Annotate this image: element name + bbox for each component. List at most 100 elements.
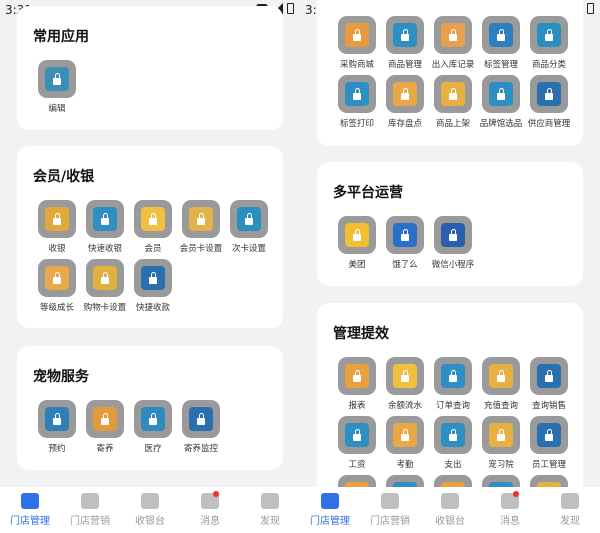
marketing-icon [81, 493, 99, 509]
app-grid: 编辑 [33, 60, 273, 117]
tab-marketing[interactable]: 门店营销 [60, 487, 120, 533]
app-item[interactable]: 查询销售 [525, 357, 573, 414]
section-member-cashier: 会员/收银 收银 快速收银 会员 会员卡设置 次卡设置 等级成长 购物卡设置 快捷收款 [17, 146, 283, 328]
app-icon [434, 416, 472, 454]
app-icon [338, 16, 376, 54]
app-icon [386, 75, 424, 113]
app-item[interactable]: 等级成长 [33, 259, 81, 316]
app-label: 商品分类 [531, 60, 566, 70]
tab-marketing[interactable]: 门店营销 [360, 487, 420, 533]
tab-label: 消息 [500, 516, 520, 527]
right-screen: 3:31 采购商城商品管理出入库记录标签管理商品分类标签打印库存盘点商品上架品牌… [300, 0, 600, 533]
app-item[interactable]: 编辑 [33, 60, 81, 117]
app-item[interactable]: 购物卡设置 [81, 259, 129, 316]
app-icon [338, 416, 376, 454]
app-item[interactable]: 采购商城 [333, 16, 381, 73]
notification-badge [513, 491, 519, 497]
lock-icon [141, 266, 165, 290]
app-item[interactable]: 快速收银 [81, 200, 129, 257]
lock-icon [45, 207, 69, 231]
app-item[interactable]: 美团 [333, 216, 381, 273]
app-item[interactable]: 快捷收款 [129, 259, 177, 316]
app-item[interactable]: 工资 [333, 416, 381, 473]
app-item[interactable]: 商品管理 [381, 16, 429, 73]
app-item[interactable]: 会员 [129, 200, 177, 257]
app-item[interactable]: 订单查询 [429, 357, 477, 414]
app-item[interactable]: 预约 [33, 400, 81, 457]
app-item[interactable]: 收银 [33, 200, 81, 257]
app-label: 编辑 [48, 104, 66, 114]
app-item[interactable]: 报表 [333, 357, 381, 414]
tab-cashier[interactable]: 收银台 [420, 487, 480, 533]
marketing-icon [381, 493, 399, 509]
app-label: 次卡设置 [231, 244, 266, 254]
app-item[interactable]: 寄养 [81, 400, 129, 457]
app-icon [38, 60, 76, 98]
app-item[interactable]: 考勤 [381, 416, 429, 473]
app-item[interactable]: 供应商管理 [525, 75, 573, 132]
app-item[interactable]: 宠习院 [477, 416, 525, 473]
lock-icon [45, 407, 69, 431]
tab-cashier[interactable]: 收银台 [120, 487, 180, 533]
app-icon [338, 216, 376, 254]
lock-icon [45, 67, 69, 91]
tab-store[interactable]: 门店管理 [300, 487, 360, 533]
lock-icon [393, 23, 417, 47]
lock-icon [141, 407, 165, 431]
tab-store[interactable]: 门店管理 [0, 487, 60, 533]
notification-badge [213, 491, 219, 497]
app-icon [530, 357, 568, 395]
app-grid: 采购商城 商品管理 出入库记录 标签管理 商品分类标签打印 库存盘点 商品上架 品牌馆选品 供应… [333, 16, 573, 132]
app-icon [338, 75, 376, 113]
tab-rocket[interactable]: 发现 [540, 487, 600, 533]
app-item[interactable]: 充值查询 [477, 357, 525, 414]
app-item[interactable]: 寄养监控 [177, 400, 225, 457]
app-item[interactable]: 会员卡设置 [177, 200, 225, 257]
app-icon [482, 16, 520, 54]
app-item[interactable]: 次卡设置 [225, 200, 273, 257]
rocket-icon [561, 493, 579, 509]
app-item[interactable]: 员工管理 [525, 416, 573, 473]
app-icon [482, 357, 520, 395]
store-icon [321, 493, 339, 509]
cashier-icon [141, 493, 159, 509]
app-item[interactable]: 库存盘点 [381, 75, 429, 132]
app-icon [530, 16, 568, 54]
app-item[interactable]: 饿了么 [381, 216, 429, 273]
battery-icon [287, 3, 294, 14]
app-item[interactable]: 标签管理 [477, 16, 525, 73]
lock-icon [345, 223, 369, 247]
battery-icon [587, 3, 594, 14]
app-item[interactable]: 支出 [429, 416, 477, 473]
app-icon [38, 200, 76, 238]
lock-icon [441, 223, 465, 247]
tab-label: 门店营销 [70, 516, 110, 527]
section-common-apps: 常用应用 编辑 [17, 6, 283, 130]
tab-bell[interactable]: 消息 [480, 487, 540, 533]
section-pet-service: 宠物服务 预约 寄养 医疗 寄养监控 [17, 346, 283, 470]
lock-icon [489, 423, 513, 447]
section-title: 常用应用 [33, 29, 89, 45]
app-icon [386, 216, 424, 254]
section-title: 宠物服务 [33, 369, 89, 385]
app-icon [530, 75, 568, 113]
app-icon [134, 400, 172, 438]
app-item[interactable]: 出入库记录 [429, 16, 477, 73]
app-item[interactable]: 标签打印 [333, 75, 381, 132]
tab-bell[interactable]: 消息 [180, 487, 240, 533]
lock-icon [93, 207, 117, 231]
app-item[interactable]: 余额流水 [381, 357, 429, 414]
app-item[interactable]: 微信小程序 [429, 216, 477, 273]
app-item[interactable]: 商品上架 [429, 75, 477, 132]
app-icon [134, 259, 172, 297]
lock-icon [237, 207, 261, 231]
app-icon [38, 259, 76, 297]
app-item[interactable]: 医疗 [129, 400, 177, 457]
app-icon [86, 200, 124, 238]
app-item[interactable]: 品牌馆选品 [477, 75, 525, 132]
lock-icon [537, 23, 561, 47]
tab-label: 门店管理 [10, 516, 50, 527]
lock-icon [489, 364, 513, 388]
app-item[interactable]: 商品分类 [525, 16, 573, 73]
tab-rocket[interactable]: 发现 [240, 487, 300, 533]
